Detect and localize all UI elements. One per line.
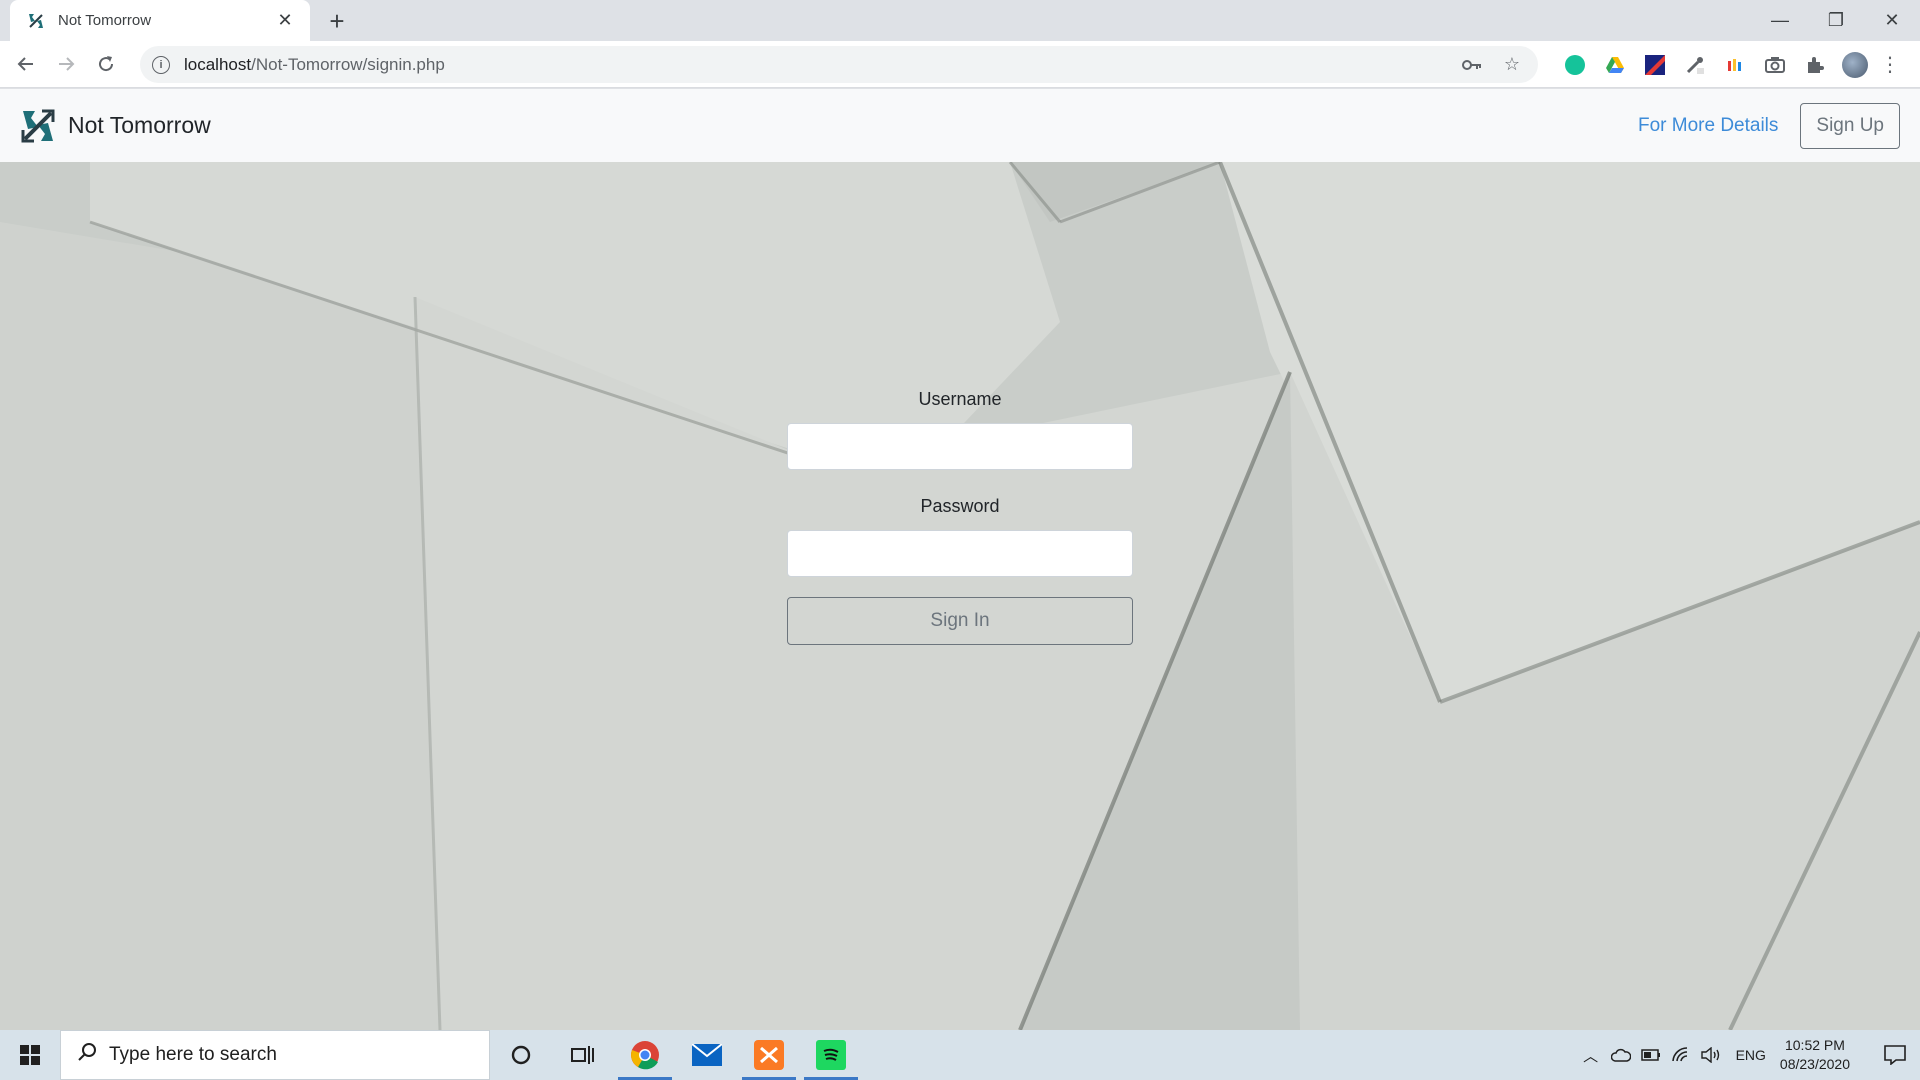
window-controls: — ❐ ✕ bbox=[1752, 0, 1920, 41]
details-link[interactable]: For More Details bbox=[1638, 115, 1778, 137]
chrome-taskbar-icon[interactable] bbox=[614, 1030, 676, 1080]
clock-time: 10:52 PM bbox=[1784, 1037, 1845, 1053]
clock[interactable]: 10:52 PM 08/23/2020 bbox=[1780, 1036, 1850, 1074]
cortana-icon[interactable] bbox=[490, 1030, 552, 1080]
close-window-button[interactable]: ✕ bbox=[1864, 0, 1920, 41]
search-icon bbox=[77, 1042, 97, 1068]
restore-button[interactable]: ❐ bbox=[1808, 0, 1864, 41]
minimize-button[interactable]: — bbox=[1752, 0, 1808, 41]
task-view-icon[interactable] bbox=[552, 1030, 614, 1080]
signin-form: Username Password Sign In bbox=[787, 389, 1133, 645]
wifi-icon[interactable] bbox=[1666, 1047, 1696, 1063]
show-hidden-icons-chevron-icon[interactable]: ︿ bbox=[1576, 1045, 1606, 1066]
clock-date: 08/23/2020 bbox=[1779, 1056, 1850, 1072]
site-favicon-icon bbox=[26, 11, 46, 31]
notifications-icon[interactable] bbox=[1870, 1045, 1920, 1065]
tab-title: Not Tomorrow bbox=[58, 12, 152, 29]
url-text[interactable]: localhost/Not-Tomorrow/signin.php bbox=[184, 55, 1446, 75]
forward-icon[interactable] bbox=[46, 44, 86, 84]
brand[interactable]: Not Tomorrow bbox=[20, 108, 211, 144]
grammarly-extension-icon[interactable] bbox=[1555, 46, 1595, 83]
bookmark-star-icon[interactable]: ☆ bbox=[1498, 51, 1526, 79]
taskbar-search-box[interactable]: Type here to search bbox=[60, 1030, 490, 1080]
username-label: Username bbox=[918, 389, 1002, 409]
password-input[interactable] bbox=[787, 530, 1133, 577]
site-navbar: Not Tomorrow For More Details Sign Up bbox=[0, 89, 1920, 162]
eyedropper-extension-icon[interactable] bbox=[1675, 46, 1715, 83]
onedrive-icon[interactable] bbox=[1606, 1048, 1636, 1062]
back-icon[interactable] bbox=[6, 44, 46, 84]
username-input[interactable] bbox=[787, 423, 1133, 470]
browser-tab-strip: Not Tomorrow ✕ + — ❐ ✕ bbox=[0, 0, 1920, 41]
windows-taskbar: Type here to search ︿ ENG 10:52 PM 08/23… bbox=[0, 1030, 1920, 1080]
bars-extension-icon[interactable] bbox=[1715, 46, 1755, 83]
new-tab-button[interactable]: + bbox=[322, 6, 352, 36]
browser-menu-icon[interactable]: ⋮ bbox=[1875, 46, 1905, 83]
language-indicator[interactable]: ENG bbox=[1736, 1047, 1766, 1063]
reload-icon[interactable] bbox=[86, 44, 126, 84]
battery-icon[interactable] bbox=[1636, 1049, 1666, 1061]
brand-logo-icon bbox=[21, 109, 55, 142]
signin-button[interactable]: Sign In bbox=[787, 597, 1133, 645]
extensions-row: ⋮ bbox=[1555, 46, 1905, 83]
camera-extension-icon[interactable] bbox=[1755, 46, 1795, 83]
volume-icon[interactable] bbox=[1696, 1047, 1726, 1063]
spotify-taskbar-icon[interactable] bbox=[800, 1030, 862, 1080]
brand-name: Not Tomorrow bbox=[68, 112, 211, 138]
web-page: Not Tomorrow For More Details Sign Up Us… bbox=[0, 89, 1920, 1030]
password-label: Password bbox=[920, 496, 1000, 516]
browser-tab[interactable]: Not Tomorrow ✕ bbox=[10, 0, 310, 41]
system-tray: ︿ ENG 10:52 PM 08/23/2020 bbox=[1576, 1030, 1920, 1080]
key-icon[interactable] bbox=[1458, 51, 1486, 79]
extensions-puzzle-icon[interactable] bbox=[1795, 46, 1835, 83]
search-placeholder: Type here to search bbox=[109, 1044, 277, 1065]
drive-extension-icon[interactable] bbox=[1595, 46, 1635, 83]
xampp-taskbar-icon[interactable] bbox=[738, 1030, 800, 1080]
signup-button[interactable]: Sign Up bbox=[1800, 102, 1900, 149]
windows-start-icon[interactable] bbox=[0, 1030, 60, 1080]
site-info-icon[interactable]: i bbox=[152, 55, 170, 74]
tab-close-icon[interactable]: ✕ bbox=[274, 10, 296, 32]
profile-avatar-icon[interactable] bbox=[1835, 46, 1875, 83]
address-bar[interactable]: i localhost/Not-Tomorrow/signin.php ☆ bbox=[140, 46, 1538, 83]
mail-taskbar-icon[interactable] bbox=[676, 1030, 738, 1080]
navbar-actions: For More Details Sign Up bbox=[1638, 102, 1900, 149]
colorful-extension-icon[interactable] bbox=[1635, 46, 1675, 83]
browser-toolbar: i localhost/Not-Tomorrow/signin.php ☆ ⋮ bbox=[0, 41, 1920, 88]
